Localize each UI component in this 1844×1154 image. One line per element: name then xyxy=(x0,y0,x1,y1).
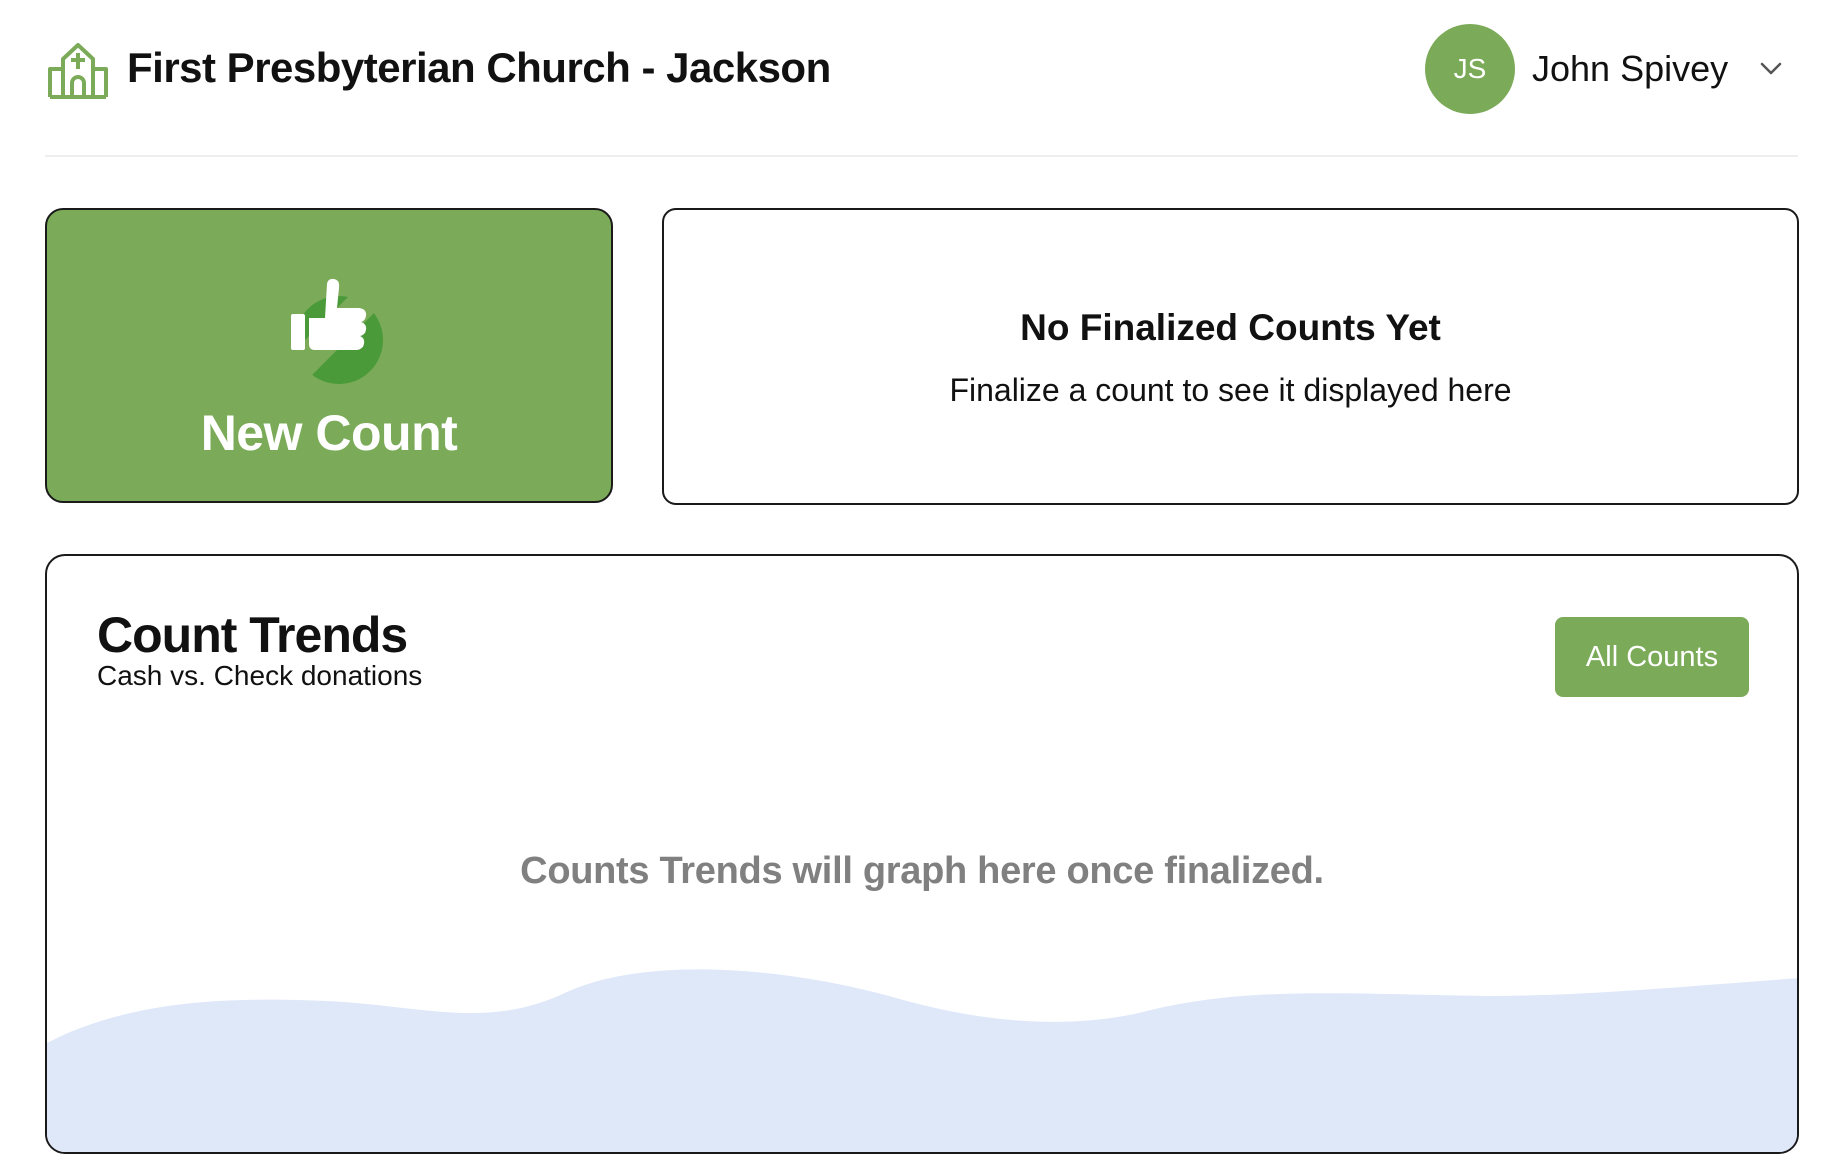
finalized-subtitle: Finalize a count to see it displayed her… xyxy=(949,372,1512,408)
avatar[interactable]: JS xyxy=(1425,24,1515,114)
header: First Presbyterian Church - Jackson JS J… xyxy=(45,0,1798,157)
trends-empty-message: Counts Trends will graph here once final… xyxy=(520,850,1324,892)
wave-decoration xyxy=(47,969,1797,1152)
user-menu[interactable]: JS John Spivey xyxy=(1425,24,1782,114)
church-icon xyxy=(48,43,108,99)
finalized-title: No Finalized Counts Yet xyxy=(1020,307,1441,348)
user-name[interactable]: John Spivey xyxy=(1532,48,1728,90)
new-count-label: New Count xyxy=(200,405,458,461)
finalized-counts-card: No Finalized Counts Yet Finalize a count… xyxy=(662,208,1799,505)
count-trends-card: Count Trends Cash vs. Check donations Al… xyxy=(45,554,1799,1154)
all-counts-button[interactable]: All Counts xyxy=(1555,617,1749,697)
trends-title: Count Trends xyxy=(97,607,408,663)
chevron-down-icon[interactable] xyxy=(1760,62,1782,76)
church-name: First Presbyterian Church - Jackson xyxy=(127,44,831,91)
thumbs-up-icon xyxy=(289,278,385,386)
new-count-button[interactable]: New Count xyxy=(45,208,613,503)
trends-subtitle: Cash vs. Check donations xyxy=(97,660,423,691)
